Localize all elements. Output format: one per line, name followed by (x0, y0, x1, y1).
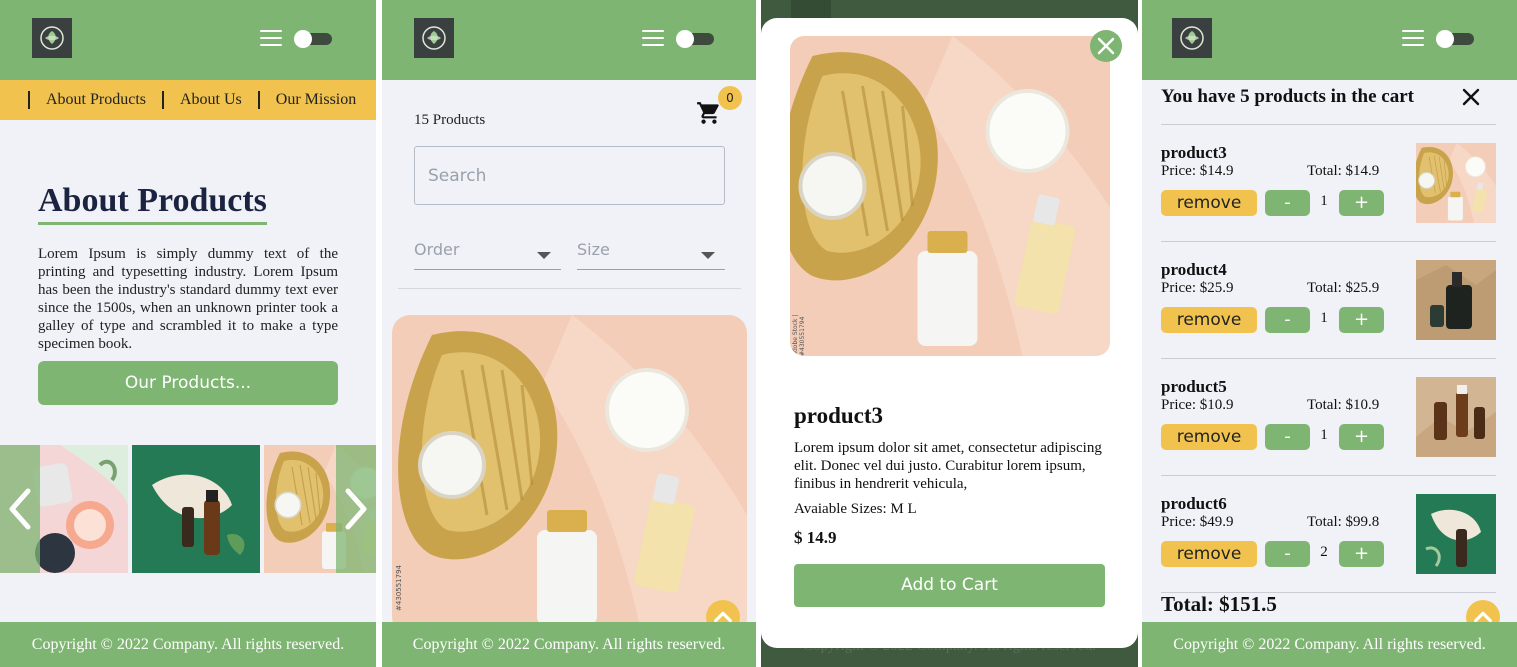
our-products-button[interactable]: Our Products... (38, 361, 338, 405)
cart-item-image (1416, 260, 1496, 340)
cart-item-price: Price: $10.9 (1161, 397, 1234, 413)
quantity-value: 2 (1320, 544, 1328, 560)
add-to-cart-button[interactable]: Add to Cart (794, 564, 1105, 607)
cart-total: Total: $151.5 (1161, 592, 1277, 616)
slider-next-button[interactable] (336, 445, 376, 573)
theme-toggle[interactable] (676, 30, 714, 48)
product-image-slider (0, 444, 376, 574)
cart-item: product3 Price: $14.9 Total: $14.9 remov… (1161, 124, 1496, 241)
cart-item-price: Price: $14.9 (1161, 163, 1234, 179)
remove-button[interactable]: remove (1161, 541, 1257, 567)
increase-quantity-button[interactable]: + (1339, 541, 1384, 567)
cart-item-image (1416, 143, 1496, 223)
remove-button[interactable]: remove (1161, 424, 1257, 450)
cart-count-badge: 0 (718, 86, 742, 110)
about-products-screen: About Products About Us Our Mission Abou… (0, 0, 376, 667)
footer-copyright: Copyright © 2022 Company. All rights res… (382, 622, 756, 667)
product-modal: Adobe Stock | #430551794 product3 Lorem … (761, 18, 1138, 648)
cart-item-image (1416, 494, 1496, 574)
cart-item: product4 Price: $25.9 Total: $25.9 remov… (1161, 241, 1496, 358)
remove-button[interactable]: remove (1161, 307, 1257, 333)
nav-about-products[interactable]: About Products (46, 91, 146, 109)
cart-item-total: Total: $10.9 (1307, 397, 1380, 413)
order-select-label: Order (414, 240, 460, 259)
product-price: $ 14.9 (794, 528, 837, 547)
cart-title: You have 5 products in the cart (1161, 86, 1414, 107)
cart-item-name: product3 (1161, 143, 1227, 162)
size-select[interactable]: Size (577, 240, 725, 270)
decrease-quantity-button[interactable]: - (1265, 424, 1310, 450)
sub-navigation: About Products About Us Our Mission (0, 80, 376, 120)
nav-about-us[interactable]: About Us (180, 91, 242, 109)
cart-item: product6 Price: $49.9 Total: $99.8 remov… (1161, 475, 1496, 592)
quantity-value: 1 (1320, 427, 1328, 443)
product-image: Adobe Stock | #430551794 (790, 36, 1110, 356)
divider (398, 288, 741, 289)
stock-watermark: Adobe Stock | #430551794 (792, 314, 806, 356)
quantity-value: 1 (1320, 310, 1328, 326)
close-cart-button[interactable] (1460, 86, 1482, 108)
background-logo (791, 0, 831, 18)
hamburger-menu-icon[interactable] (260, 30, 282, 46)
cart-item-total: Total: $25.9 (1307, 280, 1380, 296)
stock-watermark: #430551794 (395, 565, 403, 611)
slide-image-2 (132, 445, 260, 573)
decrease-quantity-button[interactable]: - (1265, 307, 1310, 333)
header (0, 0, 376, 80)
decrease-quantity-button[interactable]: - (1265, 541, 1310, 567)
product-detail-screen: Copyright © 2022 Company. All rights res… (761, 0, 1138, 667)
leaf-logo-icon[interactable] (32, 18, 72, 58)
cart-item-image (1416, 377, 1496, 457)
decrease-quantity-button[interactable]: - (1265, 190, 1310, 216)
remove-button[interactable]: remove (1161, 190, 1257, 216)
cart-item-price: Price: $25.9 (1161, 280, 1234, 296)
cart-item-total: Total: $14.9 (1307, 163, 1380, 179)
footer-copyright: Copyright © 2022 Company. All rights res… (0, 622, 376, 667)
increase-quantity-button[interactable]: + (1339, 424, 1384, 450)
hamburger-menu-icon[interactable] (1402, 30, 1424, 46)
shopping-cart-icon[interactable] (696, 100, 722, 126)
about-description: Lorem Ipsum is simply dummy text of the … (38, 246, 338, 352)
available-sizes: Avaiable Sizes: M L (794, 501, 917, 517)
page-title: About Products (38, 182, 267, 225)
increase-quantity-button[interactable]: + (1339, 307, 1384, 333)
cart-item-price: Price: $49.9 (1161, 514, 1234, 530)
theme-toggle[interactable] (294, 30, 332, 48)
cart-item-name: product6 (1161, 494, 1227, 513)
cart-item-name: product4 (1161, 260, 1227, 279)
nav-our-mission[interactable]: Our Mission (276, 91, 356, 109)
chevron-right-icon (345, 488, 367, 530)
search-input[interactable] (414, 146, 725, 205)
cart-item-name: product5 (1161, 377, 1227, 396)
increase-quantity-button[interactable]: + (1339, 190, 1384, 216)
product-description: Lorem ipsum dolor sit amet, consectetur … (794, 440, 1102, 492)
close-modal-button[interactable] (1090, 30, 1122, 62)
leaf-logo-icon[interactable] (1172, 18, 1212, 58)
cart-item: product5 Price: $10.9 Total: $10.9 remov… (1161, 358, 1496, 475)
products-screen: 15 Products 0 Order Size #430551794 Copy… (382, 0, 756, 667)
cart-item-total: Total: $99.8 (1307, 514, 1380, 530)
chevron-down-icon (537, 252, 551, 259)
theme-toggle[interactable] (1436, 30, 1474, 48)
footer-copyright: Copyright © 2022 Company. All rights res… (1142, 622, 1517, 667)
leaf-logo-icon[interactable] (414, 18, 454, 58)
hamburger-menu-icon[interactable] (642, 30, 664, 46)
close-icon (1097, 37, 1115, 55)
chevron-down-icon (701, 252, 715, 259)
header (382, 0, 756, 80)
cart-screen: You have 5 products in the cart product3… (1142, 0, 1517, 667)
slider-prev-button[interactable] (0, 445, 40, 573)
product-card[interactable]: #430551794 (392, 315, 747, 635)
product-name: product3 (794, 403, 884, 428)
order-select[interactable]: Order (414, 240, 561, 270)
close-icon (1462, 88, 1480, 106)
header (1142, 0, 1517, 80)
size-select-label: Size (577, 240, 610, 259)
quantity-value: 1 (1320, 193, 1328, 209)
product-image (392, 315, 747, 635)
chevron-left-icon (9, 488, 31, 530)
product-count: 15 Products (414, 112, 486, 128)
